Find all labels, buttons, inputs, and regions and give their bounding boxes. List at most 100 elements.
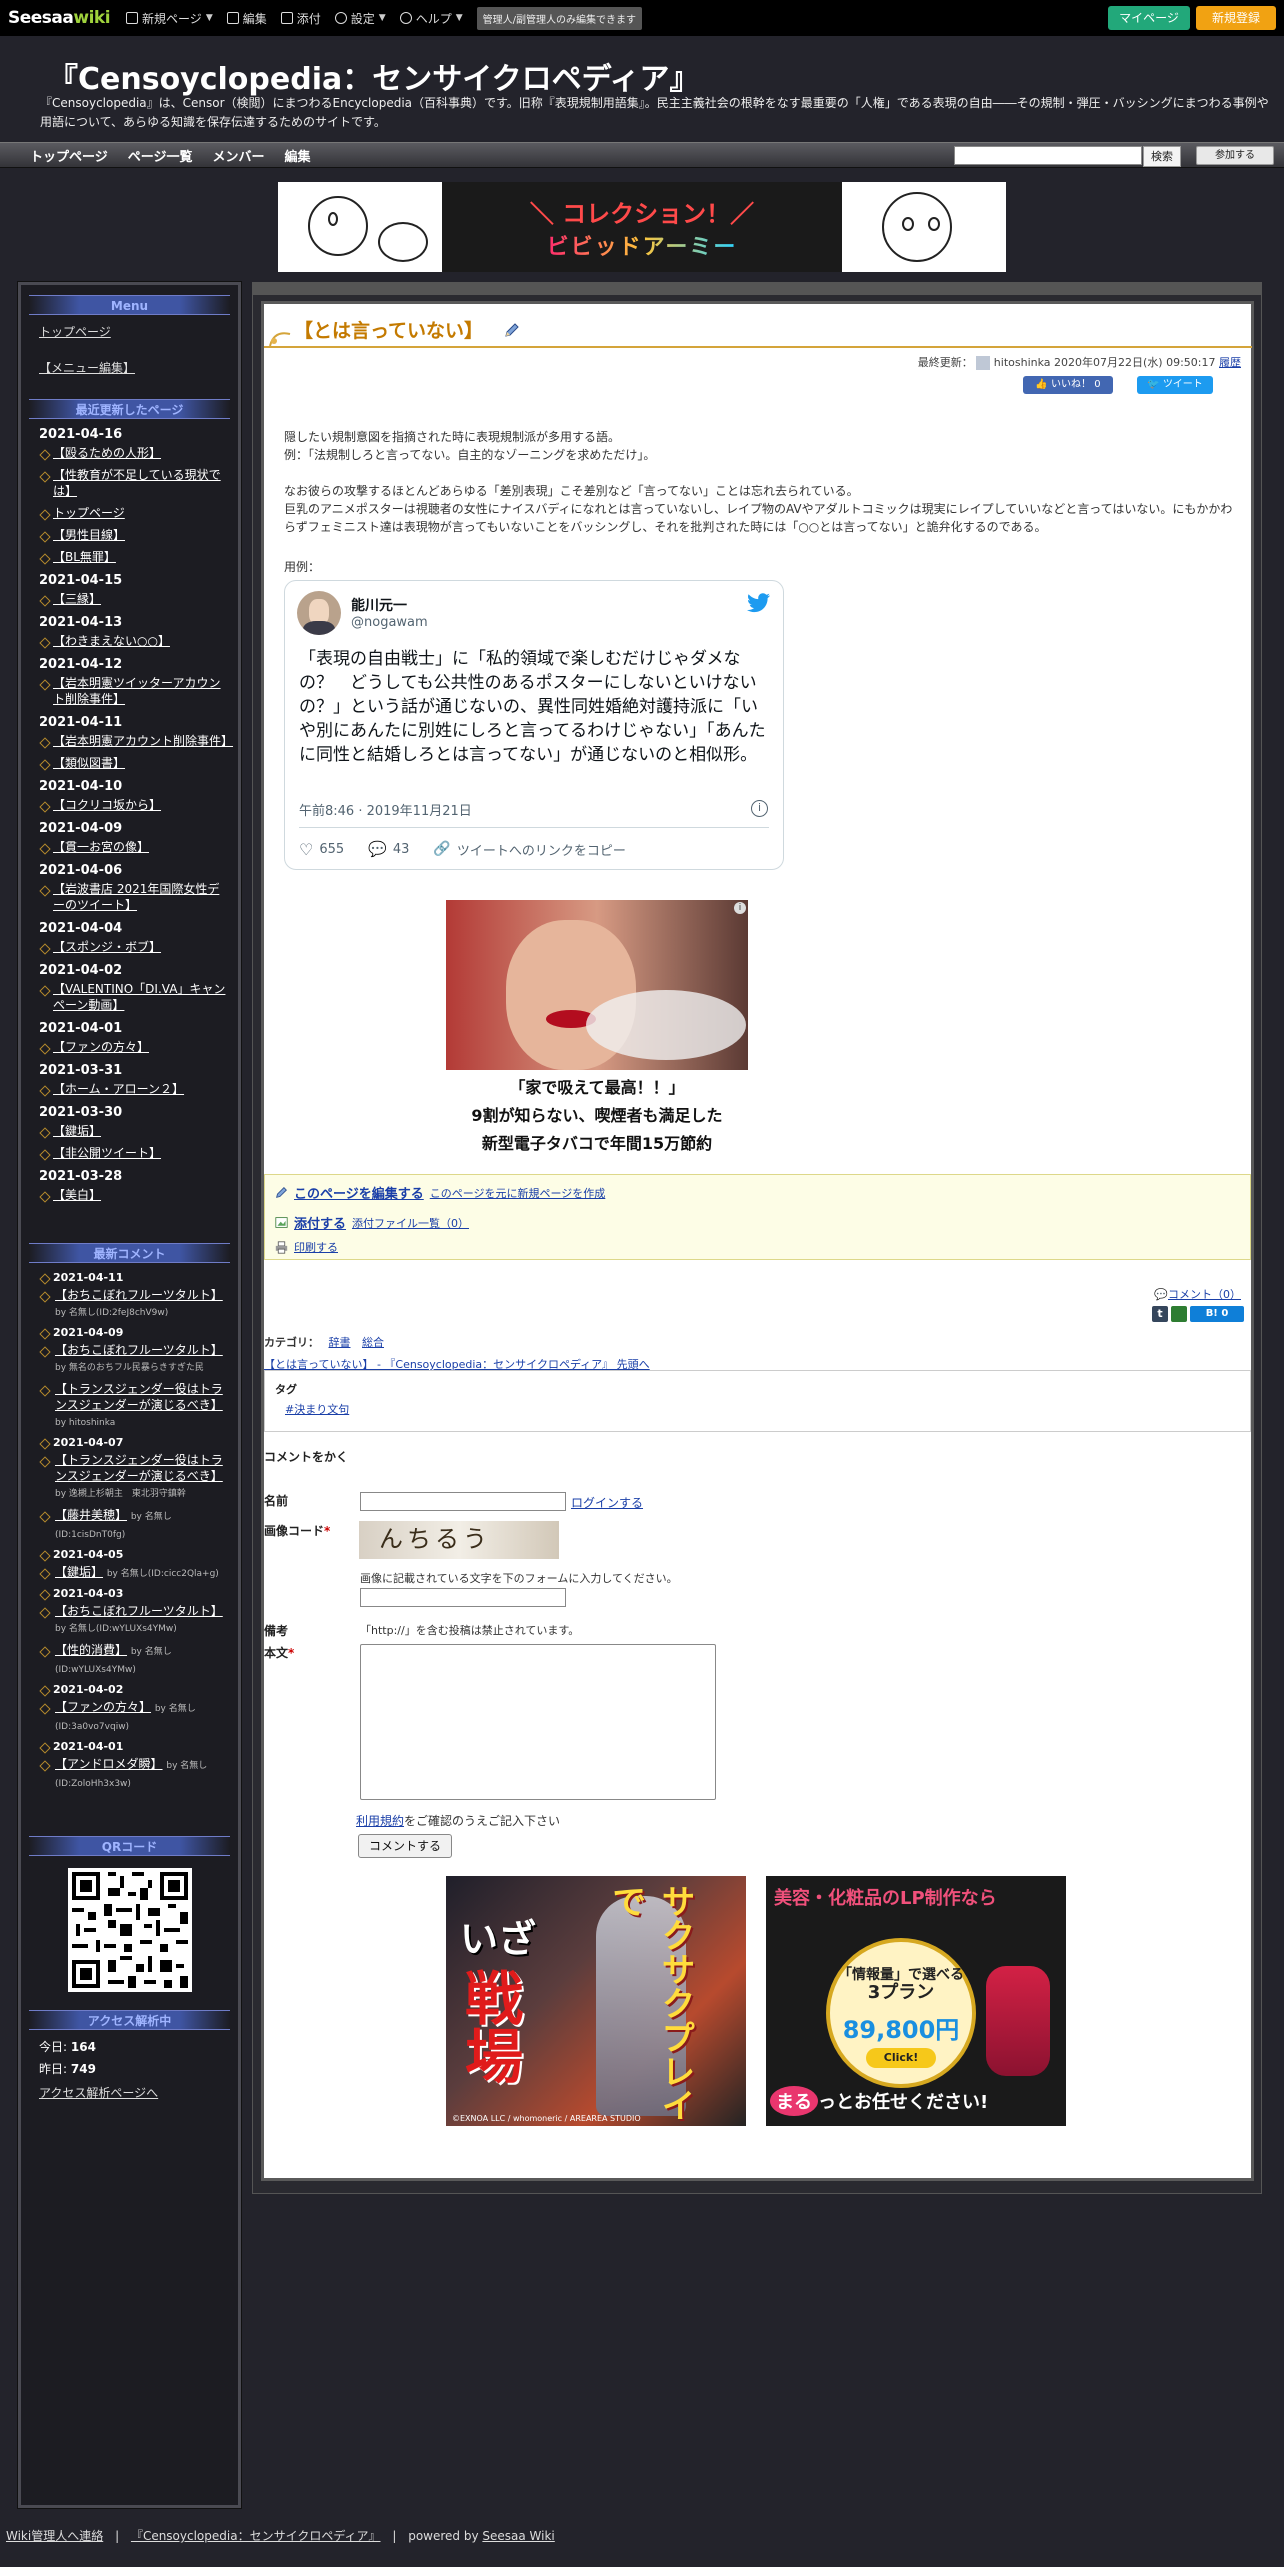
twitter-bird-icon[interactable] bbox=[747, 593, 771, 613]
new-page-from-this-link[interactable]: このページを元に新規ページを作成 bbox=[430, 1185, 606, 1201]
comment-page-link[interactable]: 【ファンの方々】 bbox=[55, 1700, 151, 1714]
register-button[interactable]: 新規登録 bbox=[1196, 6, 1276, 30]
comment-page-link[interactable]: 【トランスジェンダー役はトランスジェンダーが演じるべき】 bbox=[55, 1453, 223, 1483]
edit-page-link[interactable]: このページを編集する bbox=[294, 1183, 424, 1202]
tweet-author-name[interactable]: 能川元一 bbox=[351, 595, 407, 615]
login-link[interactable]: ログインする bbox=[571, 1494, 643, 1511]
evernote-icon[interactable] bbox=[1171, 1306, 1187, 1322]
nav-top-page[interactable]: トップページ bbox=[30, 146, 108, 165]
nav-edit[interactable]: 編集 bbox=[285, 146, 311, 165]
comment-page-link[interactable]: 【性的消費】 bbox=[55, 1643, 127, 1657]
mypage-button[interactable]: マイページ bbox=[1108, 6, 1190, 30]
comment-item[interactable]: 【ファンの方々】 by 名無し(ID:3a0vo7vqiw) bbox=[55, 1699, 228, 1735]
category-link-dictionary[interactable]: 辞書 bbox=[329, 1336, 351, 1349]
attach-link[interactable]: 添付する bbox=[294, 1213, 346, 1232]
captcha-field[interactable] bbox=[360, 1588, 566, 1607]
embedded-tweet[interactable]: 能川元一 @nogawam 「表現の自由戦士」に「私的領域で楽しむだけじゃダメな… bbox=[284, 580, 784, 870]
recent-page-link[interactable]: 【貫一お宮の像】 bbox=[53, 839, 228, 855]
comment-item[interactable]: 【おちこぼれフルーツタルト】 by 無名のおちフル民暴らきすぎた民 bbox=[55, 1342, 228, 1376]
recent-page-link[interactable]: 【ホーム・アローン２】 bbox=[53, 1081, 228, 1097]
print-link[interactable]: 印刷する bbox=[294, 1239, 338, 1255]
comment-item[interactable]: 【トランスジェンダー役はトランスジェンダーが演じるべき】 by hitoshin… bbox=[55, 1381, 228, 1431]
search-input[interactable] bbox=[954, 146, 1142, 165]
recent-page-link[interactable]: 【男性目線】 bbox=[53, 527, 228, 543]
recent-page-link[interactable]: 【性教育が不足している現状では】 bbox=[53, 467, 228, 499]
comment-item[interactable]: 【おちこぼれフルーツタルト】 by 名無し(ID:wYLUXs4YMw) bbox=[55, 1603, 228, 1637]
ad-info-icon[interactable]: i bbox=[734, 902, 746, 914]
edit-menu[interactable]: 編集 bbox=[226, 10, 267, 27]
menu-link-edit[interactable]: 【メニュー編集】 bbox=[39, 359, 238, 377]
attachment-list-link[interactable]: 添付ファイル一覧（0） bbox=[352, 1215, 469, 1231]
attach-menu[interactable]: 添付 bbox=[280, 10, 321, 27]
recent-page-link[interactable]: 【岩本明憲ツイッターアカウント削除事件】 bbox=[53, 675, 228, 707]
recent-page-link[interactable]: トップページ bbox=[53, 505, 228, 521]
menu-link-top[interactable]: トップページ bbox=[39, 323, 238, 341]
banner-ad[interactable]: ＼ コレクション！／ ビビッドアーミー bbox=[278, 182, 1006, 272]
hatena-bookmark-button[interactable]: B! 0 bbox=[1190, 1306, 1244, 1322]
new-page-menu[interactable]: 新規ページ ▼ bbox=[126, 10, 213, 27]
history-link[interactable]: 履歴 bbox=[1219, 356, 1241, 369]
facebook-like-button[interactable]: 👍 いいね！ 0 bbox=[1023, 376, 1113, 394]
nav-members[interactable]: メンバー bbox=[213, 146, 265, 165]
terms-link[interactable]: 利用規約 bbox=[356, 1814, 404, 1828]
recent-page-link[interactable]: 【鍵垢】 bbox=[53, 1123, 228, 1139]
name-field[interactable] bbox=[360, 1492, 566, 1511]
seesaa-wiki-link[interactable]: Seesaa Wiki bbox=[482, 2529, 554, 2543]
tweet-author-handle[interactable]: @nogawam bbox=[351, 615, 428, 630]
tag-link[interactable]: #決まり文句 bbox=[285, 1401, 349, 1417]
comment-item[interactable]: 【おちこぼれフルーツタルト】 by 名無し(ID:2feJ8chV9w) bbox=[55, 1287, 228, 1321]
seesaa-wiki-logo[interactable]: Seesaawiki bbox=[8, 8, 111, 28]
recent-page-link[interactable]: 【VALENTINO「DI.VA」キャンペーン動画】 bbox=[53, 981, 228, 1013]
comment-item[interactable]: 【トランスジェンダー役はトランスジェンダーが演じるべき】 by 逸槻上杉朝主 東… bbox=[55, 1452, 228, 1502]
recent-page-link[interactable]: 【類似図書】 bbox=[53, 755, 228, 771]
ad-caption[interactable]: 「家で吸えて最高！！」 9割が知らない、喫煙者も満足した 新型電子タバコで年間1… bbox=[446, 1074, 748, 1158]
comment-item[interactable]: 【鍵垢】 by 名無し(ID:cicc2Qla+g) bbox=[55, 1564, 228, 1582]
comment-body-textarea[interactable] bbox=[360, 1644, 716, 1800]
recent-page-link[interactable]: 【殴るための人形】 bbox=[53, 445, 228, 461]
comment-page-link[interactable]: 【アンドロメダ瞬】 bbox=[55, 1757, 163, 1771]
nav-page-list[interactable]: ページ一覧 bbox=[128, 146, 193, 165]
recent-page-link[interactable]: 【コクリコ坂から】 bbox=[53, 797, 228, 813]
recent-page-link[interactable]: 【岩本明憲アカウント削除事件】 bbox=[53, 733, 233, 749]
comment-page-link[interactable]: 【トランスジェンダー役はトランスジェンダーが演じるべき】 bbox=[55, 1382, 223, 1412]
tweet-timestamp[interactable]: 午前8:46 · 2019年11月21日 bbox=[299, 800, 472, 819]
comment-page-link[interactable]: 【おちこぼれフルーツタルト】 bbox=[55, 1288, 223, 1302]
recent-page-link[interactable]: 【わきまえない○○】 bbox=[53, 633, 228, 649]
submit-comment-button[interactable]: コメントする bbox=[358, 1834, 452, 1858]
ad-lp-production[interactable]: 美容・化粧品のLP制作なら 「情報量」で選べる3プラン 89,800円~ Cli… bbox=[766, 1876, 1066, 2126]
tweet-like-action[interactable]: ♡ 655 bbox=[299, 840, 344, 859]
edit-pencil-icon[interactable] bbox=[504, 322, 520, 338]
comment-page-link[interactable]: 【藤井美穂】 bbox=[55, 1508, 127, 1522]
tweet-avatar[interactable] bbox=[297, 591, 341, 635]
category-link-general[interactable]: 総合 bbox=[362, 1336, 384, 1349]
updated-user[interactable]: hitoshinka bbox=[994, 356, 1051, 369]
comment-item[interactable]: 【性的消費】 by 名無し(ID:wYLUXs4YMw) bbox=[55, 1642, 228, 1678]
recent-page-link[interactable]: 【ファンの方々】 bbox=[53, 1039, 228, 1055]
settings-menu[interactable]: 設定 ▼ bbox=[334, 10, 386, 27]
access-analysis-link[interactable]: アクセス解析ページへ bbox=[39, 2084, 238, 2102]
recent-page-link[interactable]: 【美白】 bbox=[53, 1187, 228, 1203]
recent-page-link[interactable]: 【三縁】 bbox=[53, 591, 228, 607]
recent-page-link[interactable]: 【非公開ツイート】 bbox=[53, 1145, 228, 1161]
join-button[interactable]: 参加する bbox=[1196, 146, 1274, 165]
contact-admin-link[interactable]: Wiki管理人へ連絡 bbox=[6, 2529, 103, 2543]
help-menu[interactable]: ヘルプ ▼ bbox=[399, 10, 463, 27]
search-button[interactable]: 検索 bbox=[1143, 146, 1181, 167]
comment-page-link[interactable]: 【鍵垢】 bbox=[55, 1565, 103, 1579]
ad-image-vape[interactable]: i bbox=[446, 900, 748, 1070]
site-title[interactable]: 『Censoyclopedia：センサイクロペディア』 bbox=[48, 54, 700, 98]
comment-item[interactable]: 【アンドロメダ瞬】 by 名無し(ID:ZoloHh3x3w) bbox=[55, 1756, 228, 1792]
recent-page-link[interactable]: 【スポンジ・ボブ】 bbox=[53, 939, 228, 955]
footer-site-link[interactable]: 『Censoyclopedia：センサイクロペディア』 bbox=[131, 2529, 381, 2543]
info-icon[interactable]: i bbox=[751, 800, 768, 817]
tweet-copy-link-action[interactable]: 🔗 ツイートへのリンクをコピー bbox=[433, 840, 625, 859]
tweet-button[interactable]: 🐦 ツイート bbox=[1137, 376, 1213, 394]
recent-page-link[interactable]: 【岩波書店 2021年国際女性デーのツイート】 bbox=[53, 881, 228, 913]
comment-count[interactable]: 💬コメント（0） bbox=[1154, 1286, 1241, 1302]
comment-item[interactable]: 【藤井美穂】 by 名無し(ID:1cisDnT0fg) bbox=[55, 1507, 228, 1543]
tumblr-icon[interactable]: t bbox=[1152, 1306, 1168, 1322]
tweet-reply-action[interactable]: 💬 43 bbox=[368, 840, 409, 858]
ad-game-banner[interactable]: サクサクプレイで いざ 戦場 ©EXNOA LLC / whomoneric /… bbox=[446, 1876, 746, 2126]
recent-page-link[interactable]: 【BL無罪】 bbox=[53, 549, 228, 565]
comment-count-link[interactable]: コメント（0） bbox=[1168, 1288, 1241, 1301]
